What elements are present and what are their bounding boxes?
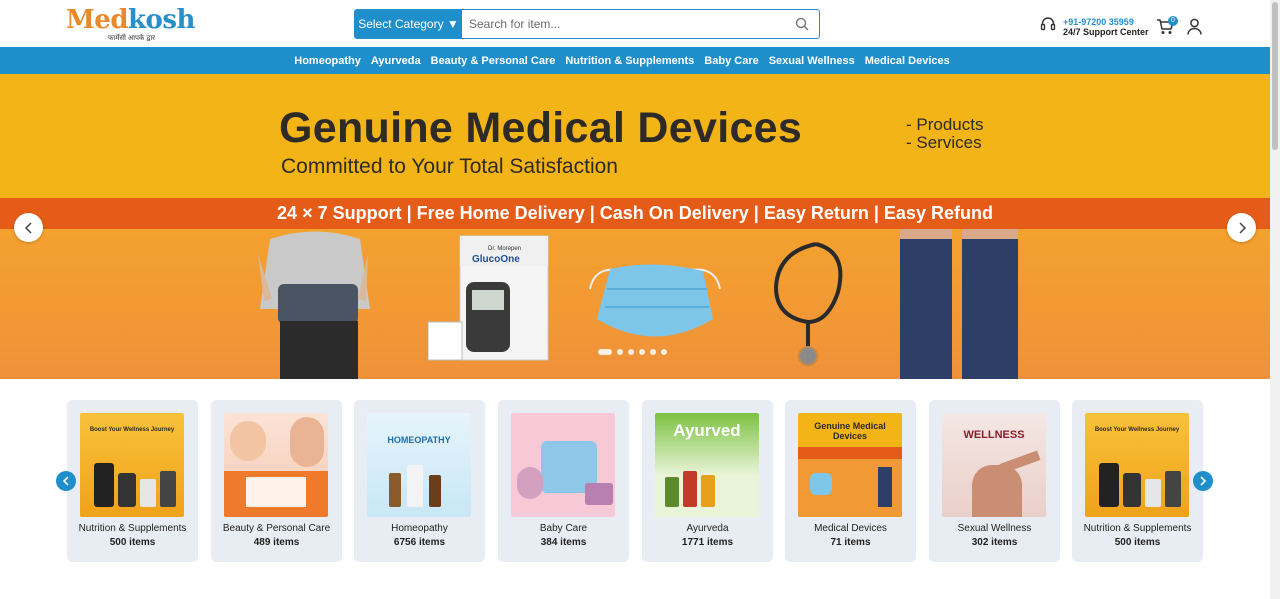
scrollbar-thumb[interactable] xyxy=(1272,2,1278,150)
nav-item-nutrition[interactable]: Nutrition & Supplements xyxy=(565,55,694,67)
banner-strip: 24 × 7 Support | Free Home Delivery | Ca… xyxy=(0,198,1270,229)
nav-item-medical-devices[interactable]: Medical Devices xyxy=(865,55,950,67)
banner-side-1: - Products xyxy=(906,115,984,134)
page: Medkosh फार्मेसी आपके द्वार Select Categ… xyxy=(0,0,1280,599)
glucometer-image: Dr. Morepen GlucoOne xyxy=(428,235,549,361)
chevron-left-icon xyxy=(62,476,69,486)
category-image-title: Boost Your Wellness Journey xyxy=(89,427,175,433)
category-image: Genuine Medical Devices xyxy=(798,413,902,517)
logo-text: Medkosh xyxy=(66,5,195,35)
category-image: WELLNESS xyxy=(942,413,1046,517)
knee-support-image xyxy=(900,229,1018,379)
search-icon[interactable] xyxy=(785,10,819,38)
category-name: Nutrition & Supplements xyxy=(1083,523,1192,534)
slide-dot[interactable] xyxy=(650,349,656,355)
stethoscope-image xyxy=(773,242,843,366)
category-name: Homeopathy xyxy=(391,523,448,534)
cart-count-badge: 0 xyxy=(1168,16,1178,26)
support-phone[interactable]: +91-97200 35959 xyxy=(1063,17,1149,27)
category-image-title: Ayurved xyxy=(673,421,741,440)
banner-side-2: - Services xyxy=(906,133,982,152)
category-image: Boost Your Wellness Journey xyxy=(1085,413,1189,517)
category-count: 302 items xyxy=(971,537,1018,548)
page-scrollbar[interactable] xyxy=(1270,0,1280,599)
category-image-title: WELLNESS xyxy=(963,429,1025,441)
headset-icon xyxy=(1040,16,1056,37)
banner-subtitle: Committed to Your Total Satisfaction xyxy=(281,155,618,178)
category-card-beauty[interactable]: Beauty & Personal Care 489 items xyxy=(211,400,342,562)
category-image: Ayurved xyxy=(655,413,759,517)
logo-part-2: kosh xyxy=(128,5,195,35)
hero-banner[interactable]: Genuine Medical Devices Committed to You… xyxy=(0,74,1270,379)
slide-indicators xyxy=(598,349,667,355)
category-prev-button[interactable] xyxy=(56,471,76,491)
category-name: Medical Devices xyxy=(814,523,887,534)
category-card-medical-devices[interactable]: Genuine Medical Devices Medical Devices … xyxy=(785,400,916,562)
user-icon xyxy=(1187,18,1202,35)
category-card-ayurveda[interactable]: Ayurved Ayurveda 1771 items xyxy=(642,400,773,562)
face-mask-image xyxy=(589,264,721,337)
nav-item-beauty[interactable]: Beauty & Personal Care xyxy=(431,55,556,67)
slide-dot[interactable] xyxy=(628,349,634,355)
category-image: HOMEOPATHY xyxy=(367,413,471,517)
support-center[interactable]: +91-97200 35959 24/7 Support Center xyxy=(1040,16,1149,37)
category-card-sexual-wellness[interactable]: WELLNESS Sexual Wellness 302 items xyxy=(929,400,1060,562)
banner-next-button[interactable] xyxy=(1227,213,1256,242)
category-carousel: Boost Your Wellness Journey Nutrition & … xyxy=(67,400,1203,562)
chevron-left-icon xyxy=(24,221,32,234)
category-count: 6756 items xyxy=(393,537,446,548)
category-name: Sexual Wellness xyxy=(957,523,1032,534)
logo-tagline: फार्मेसी आपके द्वार xyxy=(108,35,156,42)
category-image xyxy=(224,413,328,517)
select-category-button[interactable]: Select Category ▼ xyxy=(355,10,462,38)
category-image-title: Genuine Medical Devices xyxy=(814,421,886,441)
search-input[interactable] xyxy=(462,10,785,38)
logo[interactable]: Medkosh फार्मेसी आपके द्वार xyxy=(66,5,195,42)
banner-side-text: - Products - Services xyxy=(906,116,983,152)
category-image xyxy=(511,413,615,517)
product-brand-text: Dr. Morepen xyxy=(488,246,521,252)
category-nav: Homeopathy Ayurveda Beauty & Personal Ca… xyxy=(0,47,1270,74)
category-image-title: HOMEOPATHY xyxy=(387,435,451,445)
chevron-right-icon xyxy=(1238,221,1246,234)
back-support-belt-image xyxy=(258,231,370,379)
logo-part-1: Med xyxy=(66,5,129,35)
banner-prev-button[interactable] xyxy=(14,213,43,242)
nav-item-homeopathy[interactable]: Homeopathy xyxy=(294,55,361,67)
category-count: 489 items xyxy=(253,537,300,548)
slide-dot[interactable] xyxy=(617,349,623,355)
category-image: Boost Your Wellness Journey xyxy=(80,413,184,517)
header: Medkosh फार्मेसी आपके द्वार Select Categ… xyxy=(0,0,1270,47)
support-label: 24/7 Support Center xyxy=(1063,26,1149,37)
category-name: Beauty & Personal Care xyxy=(222,523,331,534)
category-next-button[interactable] xyxy=(1193,471,1213,491)
chevron-right-icon xyxy=(1200,476,1207,486)
category-count: 71 items xyxy=(830,537,871,548)
slide-dot[interactable] xyxy=(661,349,667,355)
category-card-homeopathy[interactable]: HOMEOPATHY Homeopathy 6756 items xyxy=(354,400,485,562)
slide-dot[interactable] xyxy=(598,349,612,355)
category-image-title: Boost Your Wellness Journey xyxy=(1094,427,1180,433)
category-count: 384 items xyxy=(540,537,587,548)
banner-title: Genuine Medical Devices xyxy=(279,104,803,152)
category-card-baby-care[interactable]: Baby Care 384 items xyxy=(498,400,629,562)
cart-button[interactable]: 0 xyxy=(1156,16,1178,36)
category-name: Ayurveda xyxy=(686,523,729,534)
category-name: Baby Care xyxy=(539,523,588,534)
search-bar: Select Category ▼ xyxy=(354,9,820,39)
category-card-nutrition[interactable]: Boost Your Wellness Journey Nutrition & … xyxy=(67,400,198,562)
category-card-nutrition-2[interactable]: Boost Your Wellness Journey Nutrition & … xyxy=(1072,400,1203,562)
support-text: +91-97200 35959 24/7 Support Center xyxy=(1063,17,1149,37)
nav-item-sexual-wellness[interactable]: Sexual Wellness xyxy=(769,55,855,67)
nav-item-baby-care[interactable]: Baby Care xyxy=(704,55,758,67)
user-account-button[interactable] xyxy=(1187,18,1202,40)
slide-dot[interactable] xyxy=(639,349,645,355)
category-count: 1771 items xyxy=(681,537,734,548)
nav-item-ayurveda[interactable]: Ayurveda xyxy=(371,55,421,67)
category-name: Nutrition & Supplements xyxy=(78,523,187,534)
category-count: 500 items xyxy=(109,537,156,548)
product-name-text: GlucoOne xyxy=(472,254,520,265)
category-count: 500 items xyxy=(1114,537,1161,548)
